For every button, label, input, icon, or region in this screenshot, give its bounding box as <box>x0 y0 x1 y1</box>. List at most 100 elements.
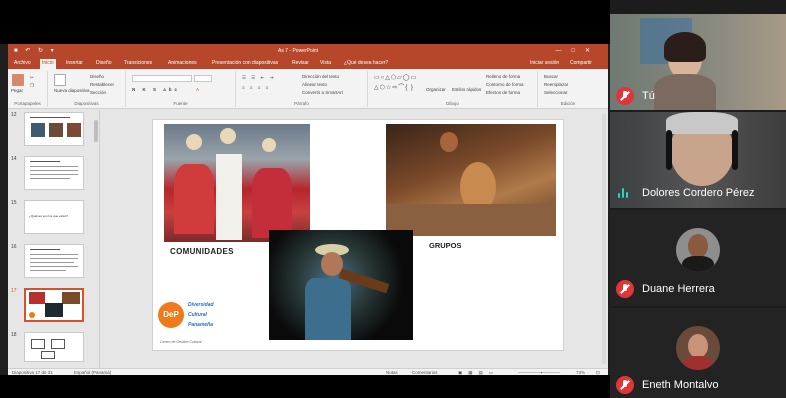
thumb-number: 17 <box>11 288 17 294</box>
quick-styles-button[interactable]: Estilos rápidos <box>452 87 481 92</box>
font-color-icon[interactable]: A <box>196 87 199 92</box>
participant-tile-eneth[interactable]: Eneth Montalvo <box>610 308 786 398</box>
cut-icon[interactable]: ✂ <box>30 75 34 81</box>
group-parrafo: ☰ ☰ ⇤ ⇥ ≡ ≡ ≡ ≡ Dirección del texto Alin… <box>236 71 368 107</box>
comunidades-label: COMUNIDADES <box>170 247 234 256</box>
current-slide[interactable]: COMUNIDADES GRUPOS DeP Diversidad Cultur… <box>152 119 564 351</box>
sign-in-link[interactable]: Iniciar sesión <box>530 60 559 66</box>
participant-tile-you[interactable]: Tú <box>610 14 786 110</box>
ribbon-tabs: Archivo Inicio Insertar Diseño Transicio… <box>8 58 608 69</box>
top-black-band <box>0 0 610 44</box>
group-fuente: N K S abc A Fuente <box>126 71 236 107</box>
paste-label[interactable]: Pegar <box>11 88 23 93</box>
text-direction-button[interactable]: Dirección del texto <box>302 74 339 79</box>
group-label: Diapositivas <box>74 101 99 106</box>
grupos-label: GRUPOS <box>429 241 462 250</box>
minimize-icon[interactable]: — <box>555 48 571 54</box>
copy-icon[interactable]: ❐ <box>30 83 34 89</box>
group-label: Dibujo <box>446 101 459 106</box>
ribbon-home: Pegar ✂ ❐ Portapapeles Nueva diapositiva… <box>8 69 608 109</box>
participant-name: Dolores Cordero Pérez <box>642 187 755 199</box>
participant-tile-dolores[interactable]: Dolores Cordero Pérez <box>610 112 786 208</box>
list-icons[interactable]: ☰ ☰ ⇤ ⇥ <box>242 75 275 81</box>
group-edicion: Buscar Reemplazar Seleccionar Edición <box>538 71 598 107</box>
shared-screen: ■ ↶ ↻ ▾ As 7 - PowerPoint —□✕ Archivo In… <box>8 44 608 375</box>
find-button[interactable]: Buscar <box>544 74 558 79</box>
select-button[interactable]: Seleccionar <box>544 90 568 95</box>
group-dibujo: ▭○△⬠▱◯▭ △⬡☆⇨⌒{ } Organizar Estilos rápid… <box>368 71 538 107</box>
tell-me-search[interactable]: ¿Qué desea hacer? <box>342 60 390 66</box>
tab-inicio[interactable]: Inicio <box>40 59 56 69</box>
shape-outline-button[interactable]: Contorno de forma <box>486 82 524 87</box>
tab-diseno[interactable]: Diseño <box>94 60 114 66</box>
bottom-black-band <box>0 375 610 398</box>
group-label: Fuente <box>173 101 188 106</box>
tab-insertar[interactable]: Insertar <box>64 60 85 66</box>
logo-badge: DeP <box>158 302 184 328</box>
align-text-button[interactable]: Alinear texto <box>302 82 327 87</box>
quick-access-icons[interactable]: ■ ↶ ↻ ▾ <box>14 47 57 54</box>
font-size-input[interactable] <box>194 75 212 82</box>
reset-button[interactable]: Restablecer <box>90 82 114 87</box>
muted-mic-icon <box>616 376 634 394</box>
logo-subtitle: Centro de Gestión Cultural <box>160 340 202 344</box>
window-title: As 7 - PowerPoint <box>278 48 319 54</box>
slide-thumbnails-panel[interactable]: 12 14 15 ¿Quiénes son los que están? 16 <box>8 110 100 368</box>
shapes-gallery-row2[interactable]: △⬡☆⇨⌒{ } <box>374 82 414 91</box>
shapes-gallery[interactable]: ▭○△⬠▱◯▭ <box>374 74 417 81</box>
new-slide-label[interactable]: Nueva diapositiva <box>54 88 90 93</box>
powerpoint-titlebar: ■ ↶ ↻ ▾ As 7 - PowerPoint —□✕ <box>8 44 608 58</box>
tab-archivo[interactable]: Archivo <box>12 60 33 66</box>
close-icon[interactable]: ✕ <box>585 48 600 54</box>
slide-thumbnail[interactable]: ¿Quiénes son los que están? <box>24 200 84 234</box>
paste-icon[interactable] <box>12 74 24 86</box>
shape-fill-button[interactable]: Relleno de forma <box>486 74 520 79</box>
dep-logo: DeP Diversidad Cultural Panameña Centro … <box>158 296 238 348</box>
violinist-photo <box>269 230 413 340</box>
group-label: Portapapeles <box>14 101 41 106</box>
muted-mic-icon <box>616 87 634 105</box>
slide-thumbnail[interactable] <box>24 156 84 190</box>
comunidades-photo <box>164 124 310 242</box>
slide-thumbnail-selected[interactable] <box>24 288 84 322</box>
participant-avatar <box>676 228 720 272</box>
window-controls[interactable]: —□✕ <box>555 47 600 54</box>
maximize-icon[interactable]: □ <box>571 48 585 54</box>
logo-word: Cultural <box>188 312 207 318</box>
new-slide-icon[interactable] <box>54 74 66 86</box>
grupos-photo <box>386 124 556 236</box>
font-name-input[interactable] <box>132 75 192 82</box>
thumb-number: 16 <box>11 244 17 250</box>
group-diapositivas: Nueva diapositiva Diseño Restablecer Sec… <box>48 71 126 107</box>
logo-word: Panameña <box>188 322 214 328</box>
tab-revisar[interactable]: Revisar <box>290 60 311 66</box>
slide-thumbnail[interactable] <box>24 244 84 278</box>
slide-thumbnail[interactable] <box>24 332 84 362</box>
thumb-number: 12 <box>11 112 17 118</box>
tab-transiciones[interactable]: Transiciones <box>122 60 154 66</box>
participant-name: Duane Herrera <box>642 283 715 295</box>
thumb-number: 15 <box>11 200 17 206</box>
slide-thumbnail[interactable] <box>24 112 84 146</box>
shape-effects-button[interactable]: Efectos de forma <box>486 90 520 95</box>
participant-avatar <box>676 326 720 370</box>
replace-button[interactable]: Reemplazar <box>544 82 568 87</box>
font-format-icons[interactable]: N K S abc <box>132 87 180 92</box>
tab-vista[interactable]: Vista <box>318 60 333 66</box>
arrange-button[interactable]: Organizar <box>426 87 446 92</box>
thumb-text: ¿Quiénes son los que están? <box>29 214 69 218</box>
thumb-number: 18 <box>11 332 17 338</box>
tab-animaciones[interactable]: Animaciones <box>166 60 199 66</box>
layout-button[interactable]: Diseño <box>90 74 104 79</box>
participant-tile-duane[interactable]: Duane Herrera <box>610 210 786 306</box>
logo-word: Diversidad <box>188 302 214 308</box>
muted-mic-icon <box>616 280 634 298</box>
thumb-number: 14 <box>11 156 17 162</box>
tab-presentacion[interactable]: Presentación con diapositivas <box>210 60 280 66</box>
section-button[interactable]: Sección <box>90 90 106 95</box>
align-icons[interactable]: ≡ ≡ ≡ ≡ <box>242 85 270 90</box>
thumbnail-scrollbar[interactable] <box>94 120 98 142</box>
smartart-button[interactable]: Convertir a SmartArt <box>302 90 343 95</box>
slide-vertical-scrollbar[interactable] <box>602 114 606 364</box>
share-button[interactable]: Compartir <box>570 60 592 66</box>
